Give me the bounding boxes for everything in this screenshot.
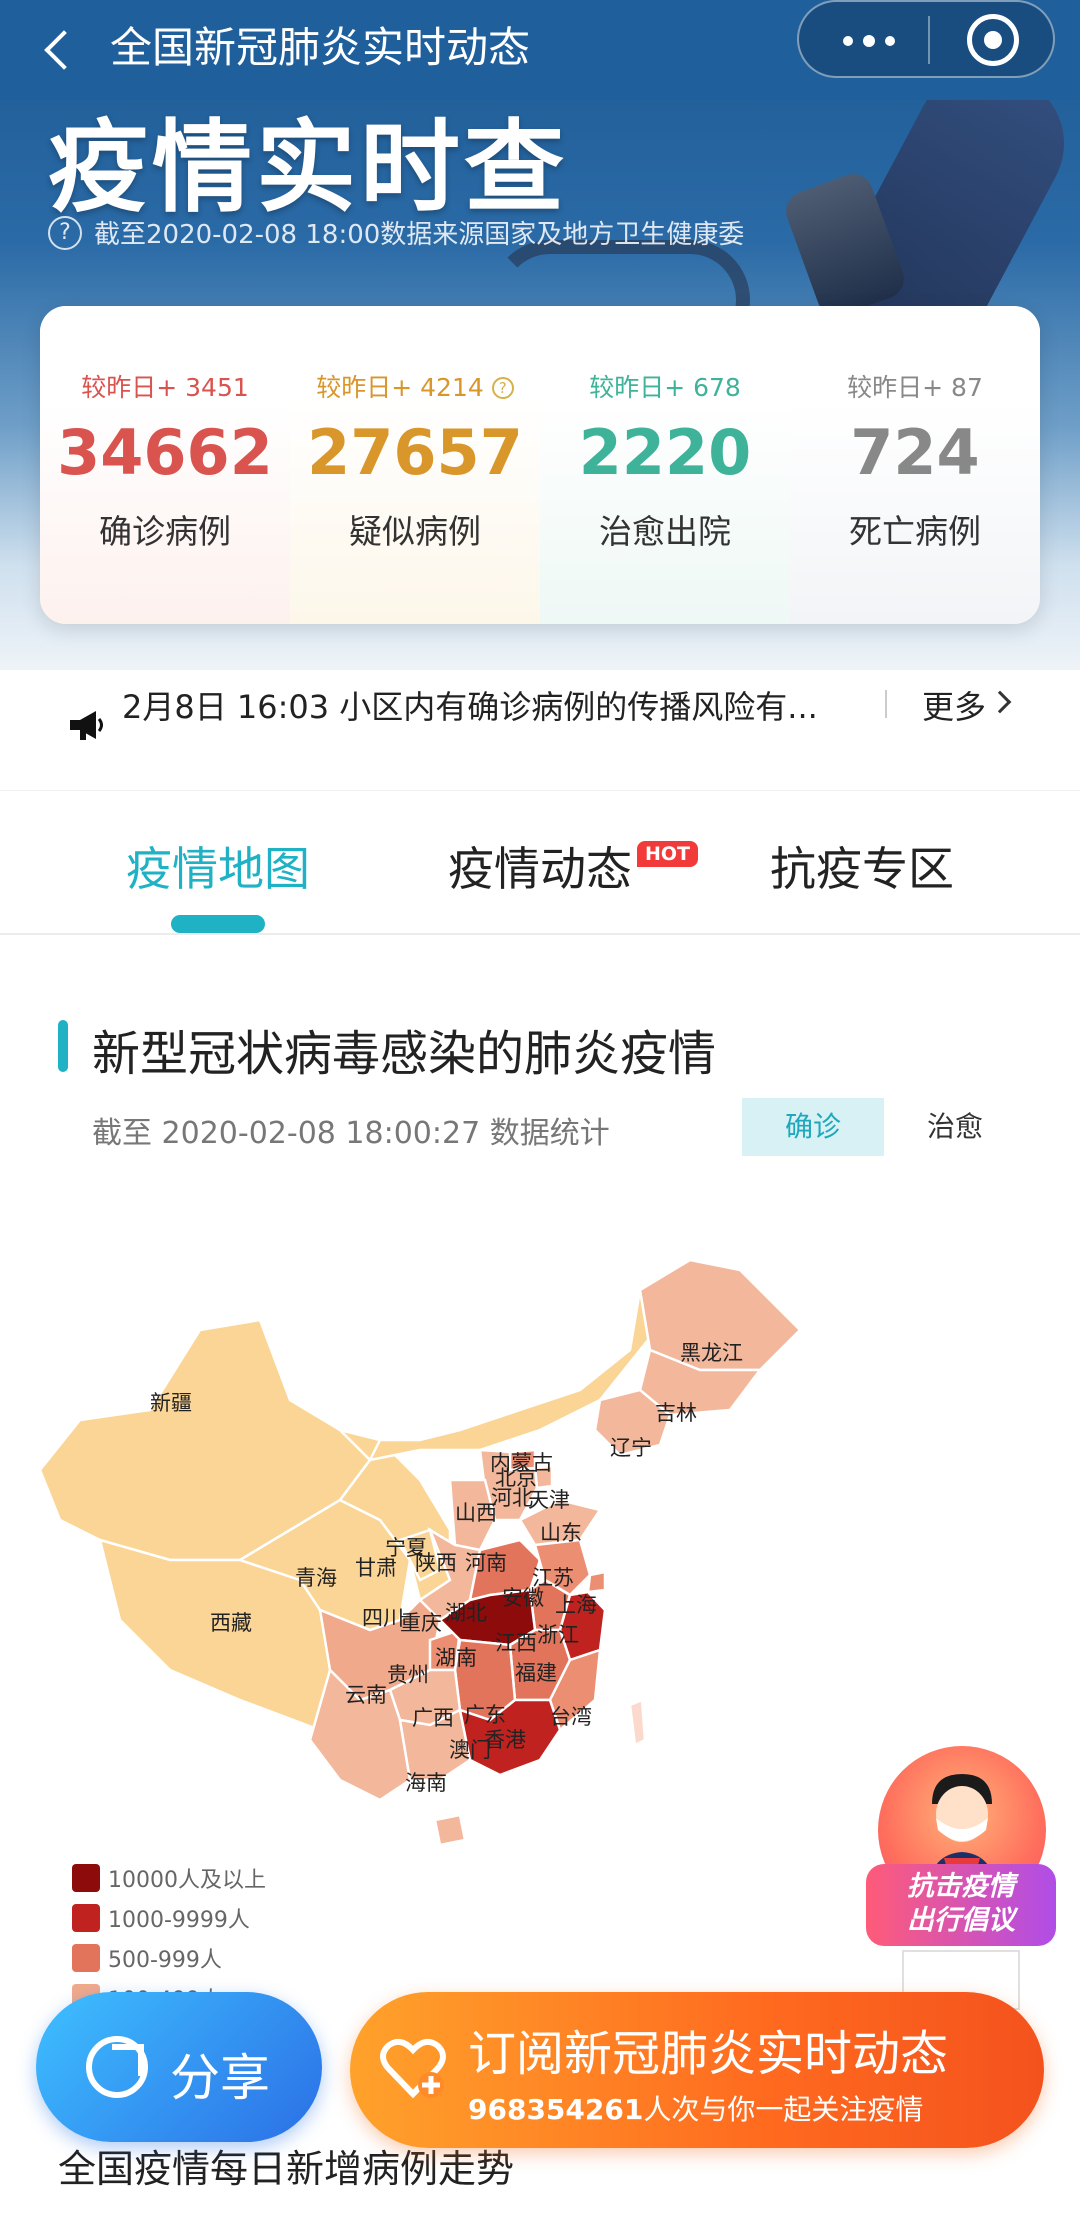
svg-text:台湾: 台湾 bbox=[550, 1705, 592, 1729]
svg-text:湖南: 湖南 bbox=[435, 1646, 477, 1670]
svg-text:黑龙江: 黑龙江 bbox=[680, 1341, 743, 1365]
close-target-icon[interactable] bbox=[967, 14, 1019, 66]
megaphone-icon bbox=[70, 711, 103, 740]
svg-text:四川: 四川 bbox=[362, 1606, 404, 1630]
svg-text:澳门: 澳门 bbox=[449, 1738, 491, 1762]
svg-text:广西: 广西 bbox=[412, 1706, 454, 1730]
subscribe-button[interactable]: 订阅新冠肺炎实时动态 968354261人次与你一起关注疫情 bbox=[350, 1992, 1044, 2148]
legend-label: 500-999人 bbox=[108, 1948, 222, 1973]
section-title: 新型冠状病毒感染的肺炎疫情 bbox=[92, 1026, 717, 1082]
svg-text:天津: 天津 bbox=[528, 1488, 570, 1512]
svg-text:西藏: 西藏 bbox=[210, 1611, 252, 1635]
stat-dead: 较昨日+ 87 724 死亡病例 bbox=[790, 306, 1040, 624]
campaign-label: 抗击疫情 出行倡议 bbox=[866, 1864, 1056, 1946]
subscribe-suffix: 人次与你一起关注疫情 bbox=[643, 2093, 924, 2126]
stat-confirmed: 较昨日+ 3451 34662 确诊病例 bbox=[40, 306, 290, 624]
svg-text:河北: 河北 bbox=[491, 1486, 533, 1510]
campaign-badge[interactable]: 抗击疫情 出行倡议 bbox=[866, 1746, 1056, 1946]
mini-program-capsule bbox=[797, 0, 1055, 78]
share-icon bbox=[86, 2036, 148, 2098]
subscriber-count: 968354261 bbox=[468, 2093, 644, 2126]
svg-text:新疆: 新疆 bbox=[150, 1391, 192, 1415]
stat-cured: 较昨日+ 678 2220 治愈出院 bbox=[540, 306, 790, 624]
svg-text:重庆: 重庆 bbox=[400, 1611, 442, 1635]
svg-text:海南: 海南 bbox=[405, 1771, 447, 1795]
svg-text:上海: 上海 bbox=[555, 1593, 597, 1617]
nav-bar: 全国新冠肺炎实时动态 bbox=[0, 0, 1080, 100]
region-hainan bbox=[433, 1813, 467, 1847]
campaign-line-1: 抗击疫情 bbox=[907, 1871, 1015, 1902]
tab-anti-epidemic-zone[interactable]: 抗疫专区 bbox=[770, 833, 954, 899]
subscribe-subtitle: 968354261人次与你一起关注疫情 bbox=[468, 2088, 923, 2128]
stat-label: 死亡病例 bbox=[849, 512, 981, 551]
tab-epidemic-map[interactable]: 疫情地图 bbox=[126, 833, 310, 899]
svg-text:贵州: 贵州 bbox=[387, 1663, 429, 1687]
stat-label: 疑似病例 bbox=[349, 512, 481, 551]
svg-text:浙江: 浙江 bbox=[537, 1623, 579, 1647]
stat-delta: 较昨日+ 3451 bbox=[81, 373, 249, 402]
share-label: 分享 bbox=[170, 2049, 270, 2107]
legend-swatch bbox=[72, 1904, 100, 1932]
hero-info-text: 截至2020-02-08 18:00数据来源国家及地方卫生健康委 bbox=[94, 220, 745, 250]
region-shanghai bbox=[586, 1570, 607, 1594]
news-divider bbox=[885, 690, 887, 718]
svg-text:辽宁: 辽宁 bbox=[610, 1436, 652, 1460]
stat-value: 34662 bbox=[57, 416, 273, 489]
svg-text:江西: 江西 bbox=[495, 1631, 537, 1655]
stat-label: 确诊病例 bbox=[99, 512, 231, 551]
news-text[interactable]: 2月8日 16:03 小区内有确诊病例的传播风险有... bbox=[122, 682, 818, 728]
nav-title: 全国新冠肺炎实时动态 bbox=[110, 23, 531, 72]
hero-info: ? 截至2020-02-08 18:00数据来源国家及地方卫生健康委 bbox=[48, 214, 744, 251]
hero-title: 疫情实时查 bbox=[48, 109, 568, 226]
hot-badge: HOT bbox=[637, 841, 699, 867]
tab-epidemic-news[interactable]: 疫情动态 bbox=[448, 833, 632, 899]
legend-label: 10000人及以上 bbox=[108, 1868, 266, 1893]
heart-plus-icon bbox=[380, 2038, 446, 2099]
stat-suspected: 较昨日+ 4214 ? 27657 疑似病例 bbox=[290, 306, 540, 624]
section-accent-bar bbox=[58, 1020, 68, 1072]
svg-text:云南: 云南 bbox=[345, 1683, 387, 1707]
campaign-line-2: 出行倡议 bbox=[907, 1905, 1015, 1936]
legend-swatch bbox=[72, 1864, 100, 1892]
section-date: 截至 2020-02-08 18:00:27 数据统计 bbox=[92, 1116, 610, 1151]
news-more-link[interactable]: 更多 bbox=[922, 682, 986, 728]
svg-text:山西: 山西 bbox=[455, 1501, 497, 1525]
svg-text:安徽: 安徽 bbox=[502, 1586, 544, 1610]
stats-card: 较昨日+ 3451 34662 确诊病例 较昨日+ 4214 ? 27657 疑… bbox=[40, 306, 1040, 624]
subscribe-title: 订阅新冠肺炎实时动态 bbox=[468, 2026, 949, 2082]
svg-text:河南: 河南 bbox=[465, 1551, 507, 1575]
stat-label: 治愈出院 bbox=[599, 512, 731, 551]
stat-value: 27657 bbox=[307, 416, 523, 489]
toggle-cured[interactable]: 治愈 bbox=[884, 1098, 1026, 1156]
toggle-confirmed[interactable]: 确诊 bbox=[742, 1098, 884, 1156]
back-icon[interactable] bbox=[40, 18, 80, 78]
stat-value: 724 bbox=[850, 416, 980, 489]
svg-text:湖北: 湖北 bbox=[445, 1601, 487, 1625]
stat-value: 2220 bbox=[578, 416, 752, 489]
stat-delta: 较昨日+ 678 bbox=[589, 373, 741, 402]
more-dots-icon[interactable] bbox=[839, 20, 899, 60]
legend-swatch bbox=[72, 1944, 100, 1972]
legend-label: 1000-9999人 bbox=[108, 1908, 250, 1933]
share-button[interactable]: 分享 bbox=[36, 1992, 322, 2142]
svg-text:山东: 山东 bbox=[540, 1521, 582, 1545]
tab-active-indicator bbox=[171, 915, 265, 933]
svg-text:吉林: 吉林 bbox=[655, 1401, 697, 1425]
info-icon[interactable]: ? bbox=[491, 377, 514, 399]
tab-bar: 疫情地图 疫情动态 HOT 抗疫专区 bbox=[0, 790, 1080, 935]
capsule-divider bbox=[928, 16, 930, 64]
legend-item[interactable]: 1000-9999人 bbox=[72, 1898, 266, 1938]
svg-text:青海: 青海 bbox=[295, 1566, 337, 1590]
question-icon[interactable]: ? bbox=[48, 215, 82, 250]
legend-item[interactable]: 10000人及以上 bbox=[72, 1858, 266, 1898]
stat-delta: 较昨日+ 87 bbox=[847, 373, 983, 402]
region-taiwan bbox=[628, 1698, 647, 1747]
svg-text:广东: 广东 bbox=[464, 1703, 506, 1727]
stat-delta: 较昨日+ 4214 ? bbox=[290, 368, 540, 404]
legend-item[interactable]: 500-999人 bbox=[72, 1938, 266, 1978]
svg-text:福建: 福建 bbox=[515, 1661, 557, 1685]
svg-text:陕西: 陕西 bbox=[415, 1551, 457, 1575]
